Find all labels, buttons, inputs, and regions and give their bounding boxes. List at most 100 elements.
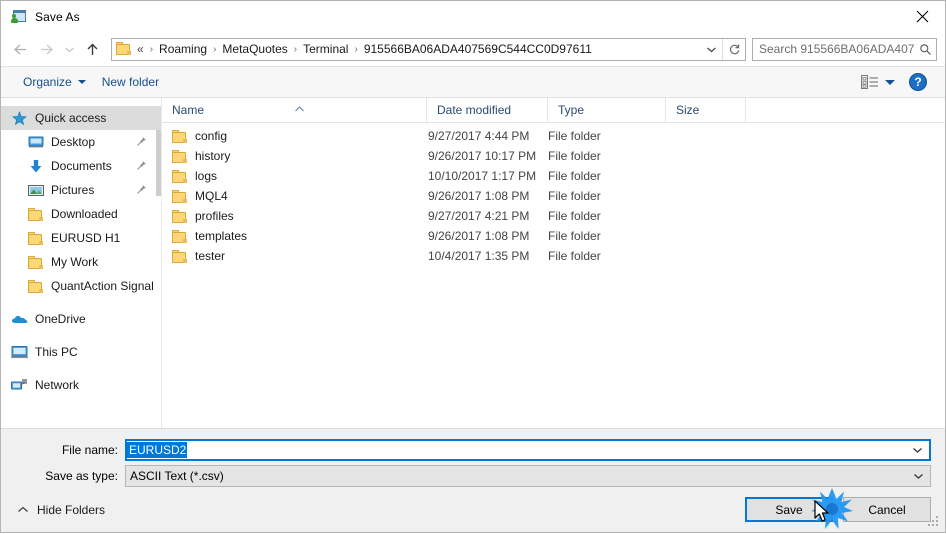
sidebar-item-quantaction-signal[interactable]: QuantAction Signal	[1, 274, 161, 298]
up-button[interactable]	[79, 36, 105, 62]
forward-button[interactable]	[33, 36, 59, 62]
search-box[interactable]: Search 915566BA06ADA40756...	[752, 37, 937, 61]
file-name-cell: profiles	[162, 209, 427, 223]
sidebar-item-onedrive[interactable]: OneDrive	[1, 307, 161, 331]
navigation-sidebar: Quick access Desktop Documents Pictures …	[1, 98, 161, 428]
file-name: MQL4	[195, 189, 228, 203]
chevron-down-icon	[706, 47, 716, 52]
arrow-right-icon	[40, 44, 53, 54]
star-icon	[11, 110, 28, 126]
file-type: File folder	[548, 189, 601, 203]
breadcrumb-item-guid[interactable]: 915566BA06ADA407569C544CC0D97611	[361, 40, 595, 58]
download-icon	[27, 158, 44, 174]
organize-button[interactable]: Organize	[15, 72, 94, 92]
view-dropdown-caret-icon[interactable]	[885, 79, 895, 85]
file-list: config 9/27/2017 4:44 PM File folder his…	[162, 123, 945, 428]
folder-icon	[27, 254, 44, 270]
table-row[interactable]: tester 10/4/2017 1:35 PM File folder	[162, 246, 945, 266]
sidebar-item-label: QuantAction Signal	[51, 279, 154, 293]
resize-grip[interactable]	[928, 516, 940, 528]
table-row[interactable]: MQL4 9/26/2017 1:08 PM File folder	[162, 186, 945, 206]
sidebar-item-this-pc[interactable]: This PC	[1, 340, 161, 364]
file-name-input[interactable]: EURUSD2	[125, 439, 931, 461]
file-name-cell: templates	[162, 229, 427, 243]
file-type: File folder	[548, 169, 601, 183]
new-folder-button[interactable]: New folder	[94, 72, 167, 92]
sidebar-item-downloaded[interactable]: Downloaded	[1, 202, 161, 226]
table-row[interactable]: logs 10/10/2017 1:17 PM File folder	[162, 166, 945, 186]
folder-icon	[172, 209, 187, 223]
breadcrumb-item-roaming[interactable]: Roaming	[156, 40, 210, 58]
sidebar-item-label: This PC	[35, 345, 78, 359]
organize-label: Organize	[23, 75, 72, 89]
file-date: 9/26/2017 1:08 PM	[428, 189, 530, 203]
sidebar-item-network[interactable]: Network	[1, 373, 161, 397]
help-button[interactable]: ?	[909, 73, 927, 91]
search-input[interactable]: Search 915566BA06ADA40756...	[753, 42, 914, 56]
cancel-button[interactable]: Cancel	[843, 497, 931, 522]
save-button[interactable]: Save	[745, 497, 833, 522]
sidebar-item-eurusd-h1[interactable]: EURUSD H1	[1, 226, 161, 250]
sidebar-item-label: Documents	[51, 159, 112, 173]
monitor-icon	[27, 134, 44, 150]
table-row[interactable]: templates 9/26/2017 1:08 PM File folder	[162, 226, 945, 246]
hide-folders-button[interactable]: Hide Folders	[13, 503, 105, 517]
column-header-type[interactable]: Type	[548, 98, 666, 122]
breadcrumb-item-metaquotes[interactable]: MetaQuotes	[219, 40, 290, 58]
file-date: 9/26/2017 10:17 PM	[428, 149, 537, 163]
sidebar-item-label: Quick access	[35, 111, 107, 125]
sidebar-item-label: EURUSD H1	[51, 231, 121, 245]
view-layout-icon[interactable]	[859, 73, 881, 91]
file-name-cell: MQL4	[162, 189, 427, 203]
save-as-type-dropdown-button[interactable]	[906, 466, 930, 486]
sidebar-item-quick-access[interactable]: Quick access	[1, 106, 161, 130]
sidebar-item-documents[interactable]: Documents	[1, 154, 161, 178]
table-row[interactable]: history 9/26/2017 10:17 PM File folder	[162, 146, 945, 166]
file-name: config	[195, 129, 228, 143]
sidebar-item-pictures[interactable]: Pictures	[1, 178, 161, 202]
column-header-date-modified[interactable]: Date modified	[427, 98, 548, 122]
save-as-dialog: Save As « › Roaming › MetaQuotes › Termi…	[0, 0, 946, 533]
chevron-down-icon	[64, 47, 74, 52]
save-as-type-select[interactable]: ASCII Text (*.csv)	[125, 465, 931, 487]
address-bar[interactable]: « › Roaming › MetaQuotes › Terminal › 91…	[111, 37, 746, 61]
pin-icon[interactable]	[136, 184, 147, 198]
action-bar: Hide Folders Save Cancel	[1, 491, 945, 532]
close-button[interactable]	[900, 1, 945, 31]
back-button[interactable]	[7, 36, 33, 62]
sidebar-item-label: OneDrive	[35, 312, 86, 326]
sidebar-item-my-work[interactable]: My Work	[1, 250, 161, 274]
file-date: 9/27/2017 4:44 PM	[428, 129, 530, 143]
address-dropdown-button[interactable]	[700, 39, 722, 60]
table-row[interactable]: profiles 9/27/2017 4:21 PM File folder	[162, 206, 945, 226]
refresh-icon	[729, 43, 739, 54]
file-name-value: EURUSD2	[127, 442, 188, 458]
breadcrumb-item-terminal[interactable]: Terminal	[300, 40, 351, 58]
breadcrumb-overflow[interactable]: «	[136, 40, 147, 58]
recent-locations-button[interactable]	[59, 36, 79, 62]
file-name: logs	[195, 169, 218, 183]
file-name-cell: logs	[162, 169, 427, 183]
column-header-name[interactable]: Name	[162, 98, 427, 122]
folder-icon	[116, 42, 132, 56]
sidebar-item-label: Desktop	[51, 135, 96, 149]
refresh-button[interactable]	[722, 38, 745, 60]
file-name: history	[195, 149, 231, 163]
chevron-down-icon	[77, 80, 86, 84]
file-name-cell: history	[162, 149, 427, 163]
file-type: File folder	[548, 229, 601, 243]
folder-icon	[172, 189, 187, 203]
sidebar-item-desktop[interactable]: Desktop	[1, 130, 161, 154]
table-row[interactable]: config 9/27/2017 4:44 PM File folder	[162, 126, 945, 146]
folder-icon	[172, 129, 187, 143]
navigation-bar: « › Roaming › MetaQuotes › Terminal › 91…	[1, 32, 945, 66]
folder-icon	[27, 278, 44, 294]
pin-icon[interactable]	[136, 160, 147, 174]
file-name-dropdown-button[interactable]	[905, 441, 929, 459]
file-name-label: File name:	[61, 443, 118, 457]
file-name: tester	[195, 249, 226, 263]
column-header-size[interactable]: Size	[666, 98, 746, 122]
folder-icon	[172, 249, 187, 263]
file-type: File folder	[548, 249, 601, 263]
pin-icon[interactable]	[136, 136, 147, 150]
